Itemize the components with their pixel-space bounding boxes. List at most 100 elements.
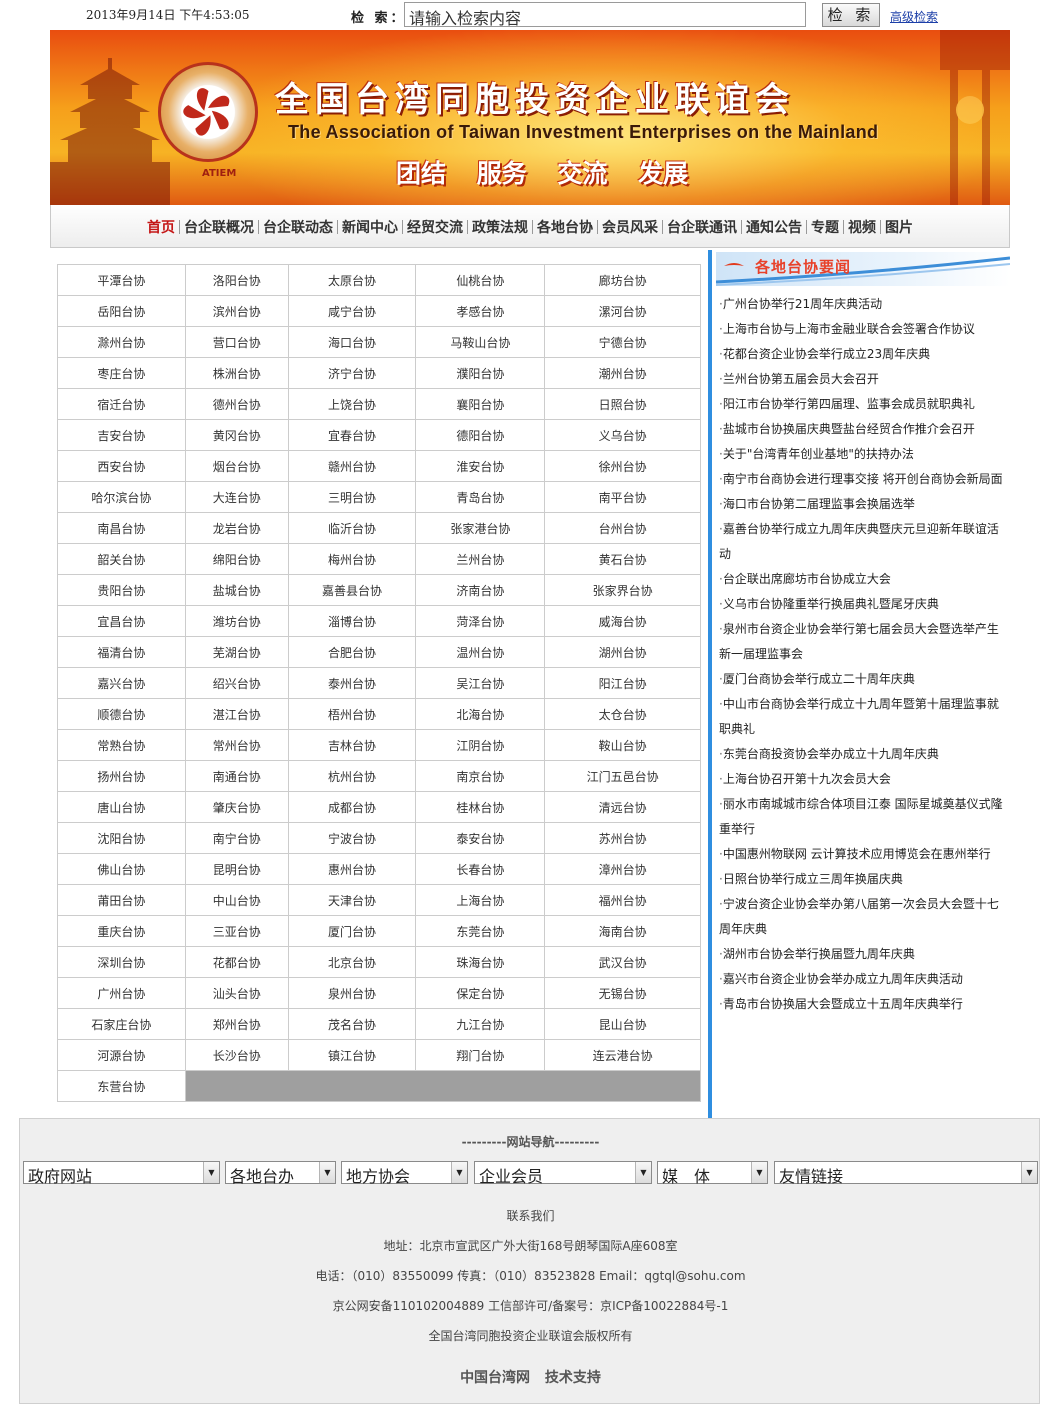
- association-link[interactable]: 海口台协: [287, 326, 417, 358]
- select-member-companies[interactable]: 企业会员 ▼: [474, 1161, 652, 1186]
- association-link[interactable]: 天津台协: [287, 884, 417, 916]
- association-link[interactable]: 莆田台协: [57, 884, 186, 916]
- association-link[interactable]: 佛山台协: [57, 853, 186, 885]
- association-link[interactable]: 茂名台协: [287, 1008, 417, 1040]
- association-link[interactable]: 南通台协: [184, 760, 289, 792]
- association-link[interactable]: 扬州台协: [57, 760, 186, 792]
- news-item[interactable]: 兰州台协第五届会员大会召开: [719, 367, 1005, 392]
- news-item[interactable]: 盐城市台协换届庆典暨盐台经贸合作推介会召开: [719, 417, 1005, 442]
- association-link[interactable]: 马鞍山台协: [415, 326, 546, 358]
- association-link[interactable]: 清远台协: [544, 791, 701, 823]
- association-link[interactable]: 泉州台协: [287, 977, 417, 1009]
- association-link[interactable]: 滨州台协: [184, 295, 289, 327]
- association-link[interactable]: 张家界台协: [544, 574, 701, 606]
- association-link[interactable]: 绍兴台协: [184, 667, 289, 699]
- association-link[interactable]: 株洲台协: [184, 357, 289, 389]
- association-link[interactable]: 漳州台协: [544, 853, 701, 885]
- nav-item[interactable]: 会员风采: [602, 220, 658, 236]
- association-link[interactable]: 重庆台协: [57, 915, 186, 947]
- news-item[interactable]: 泉州市台资企业协会举行第七届会员大会暨选举产生新一届理监事会: [719, 617, 1005, 667]
- association-link[interactable]: 保定台协: [415, 977, 546, 1009]
- association-link[interactable]: 黄冈台协: [184, 419, 289, 451]
- nav-item[interactable]: 各地台协: [537, 220, 593, 236]
- association-link[interactable]: 黄石台协: [544, 543, 701, 575]
- association-link[interactable]: 江阴台协: [415, 729, 546, 761]
- association-link[interactable]: 宿迁台协: [57, 388, 186, 420]
- news-item[interactable]: 阳江市台协举行第四届理、监事会成员就职典礼: [719, 392, 1005, 417]
- association-link[interactable]: 大连台协: [184, 481, 289, 513]
- news-item[interactable]: 丽水市南城城市综合体项目江泰 国际星城奠基仪式隆重举行: [719, 792, 1005, 842]
- association-link[interactable]: 潮州台协: [544, 357, 701, 389]
- association-link[interactable]: 洛阳台协: [184, 264, 289, 296]
- association-link[interactable]: 濮阳台协: [415, 357, 546, 389]
- nav-item[interactable]: 台企联动态: [263, 220, 333, 236]
- association-link[interactable]: 唐山台协: [57, 791, 186, 823]
- news-item[interactable]: 日照台协举行成立三周年换届庆典: [719, 867, 1005, 892]
- association-link[interactable]: 海南台协: [544, 915, 701, 947]
- association-link[interactable]: 河源台协: [57, 1039, 186, 1071]
- select-friendly-links[interactable]: 友情链接 ▼: [774, 1161, 1038, 1186]
- association-link[interactable]: 贵阳台协: [57, 574, 186, 606]
- association-link[interactable]: 威海台协: [544, 605, 701, 637]
- association-link[interactable]: 南宁台协: [184, 822, 289, 854]
- association-link[interactable]: 龙岩台协: [184, 512, 289, 544]
- association-link[interactable]: 盐城台协: [184, 574, 289, 606]
- association-link[interactable]: 临沂台协: [287, 512, 417, 544]
- association-link[interactable]: 翔门台协: [415, 1039, 546, 1071]
- association-link[interactable]: 嘉兴台协: [57, 667, 186, 699]
- news-item[interactable]: 广州台协举行21周年庆典活动: [719, 292, 1005, 317]
- association-link[interactable]: 兰州台协: [415, 543, 546, 575]
- association-link[interactable]: 孝感台协: [415, 295, 546, 327]
- association-link[interactable]: 三亚台协: [184, 915, 289, 947]
- association-link[interactable]: 九江台协: [415, 1008, 546, 1040]
- association-link[interactable]: 三明台协: [287, 481, 417, 513]
- association-link[interactable]: 潍坊台协: [184, 605, 289, 637]
- association-link[interactable]: 襄阳台协: [415, 388, 546, 420]
- association-link[interactable]: 顺德台协: [57, 698, 186, 730]
- association-link[interactable]: 昆山台协: [544, 1008, 701, 1040]
- association-link[interactable]: 汕头台协: [184, 977, 289, 1009]
- advanced-search-link[interactable]: 高级检索: [890, 8, 938, 25]
- association-link[interactable]: 日照台协: [544, 388, 701, 420]
- news-item[interactable]: 上海台协召开第十九次会员大会: [719, 767, 1005, 792]
- association-link[interactable]: 桂林台协: [415, 791, 546, 823]
- association-link[interactable]: 杭州台协: [287, 760, 417, 792]
- association-link[interactable]: 张家港台协: [415, 512, 546, 544]
- association-link[interactable]: 中山台协: [184, 884, 289, 916]
- news-item[interactable]: 嘉兴市台资企业协会举办成立九周年庆典活动: [719, 967, 1005, 992]
- nav-item[interactable]: 新闻中心: [342, 220, 398, 236]
- association-link[interactable]: 宜昌台协: [57, 605, 186, 637]
- association-link[interactable]: 广州台协: [57, 977, 186, 1009]
- association-link[interactable]: 烟台台协: [184, 450, 289, 482]
- news-item[interactable]: 关于"台湾青年创业基地"的扶持办法: [719, 442, 1005, 467]
- association-link[interactable]: 仙桃台协: [415, 264, 546, 296]
- association-link[interactable]: 台州台协: [544, 512, 701, 544]
- association-link[interactable]: 太仓台协: [544, 698, 701, 730]
- association-link[interactable]: 义乌台协: [544, 419, 701, 451]
- association-link[interactable]: 宜春台协: [287, 419, 417, 451]
- association-link[interactable]: 泰安台协: [415, 822, 546, 854]
- association-link[interactable]: 平潭台协: [57, 264, 186, 296]
- association-link[interactable]: 厦门台协: [287, 915, 417, 947]
- association-link[interactable]: 苏州台协: [544, 822, 701, 854]
- association-link[interactable]: 哈尔滨台协: [57, 481, 186, 513]
- news-item[interactable]: 中山市台商协会举行成立十九周年暨第十届理监事就职典礼: [719, 692, 1005, 742]
- association-link[interactable]: 常熟台协: [57, 729, 186, 761]
- association-link[interactable]: 宁波台协: [287, 822, 417, 854]
- news-item[interactable]: 义乌市台协隆重举行换届典礼暨尾牙庆典: [719, 592, 1005, 617]
- association-link[interactable]: 营口台协: [184, 326, 289, 358]
- association-link[interactable]: 淮安台协: [415, 450, 546, 482]
- association-link[interactable]: 长春台协: [415, 853, 546, 885]
- association-link[interactable]: 芜湖台协: [184, 636, 289, 668]
- association-link[interactable]: 连云港台协: [544, 1039, 701, 1071]
- association-link[interactable]: 济南台协: [415, 574, 546, 606]
- association-link[interactable]: 深圳台协: [57, 946, 186, 978]
- association-link[interactable]: 咸宁台协: [287, 295, 417, 327]
- nav-item[interactable]: 经贸交流: [407, 220, 463, 236]
- association-link[interactable]: 菏泽台协: [415, 605, 546, 637]
- association-link[interactable]: 无锡台协: [544, 977, 701, 1009]
- association-link[interactable]: 湛江台协: [184, 698, 289, 730]
- association-link[interactable]: 惠州台协: [287, 853, 417, 885]
- association-link[interactable]: 常州台协: [184, 729, 289, 761]
- association-link[interactable]: 沈阳台协: [57, 822, 186, 854]
